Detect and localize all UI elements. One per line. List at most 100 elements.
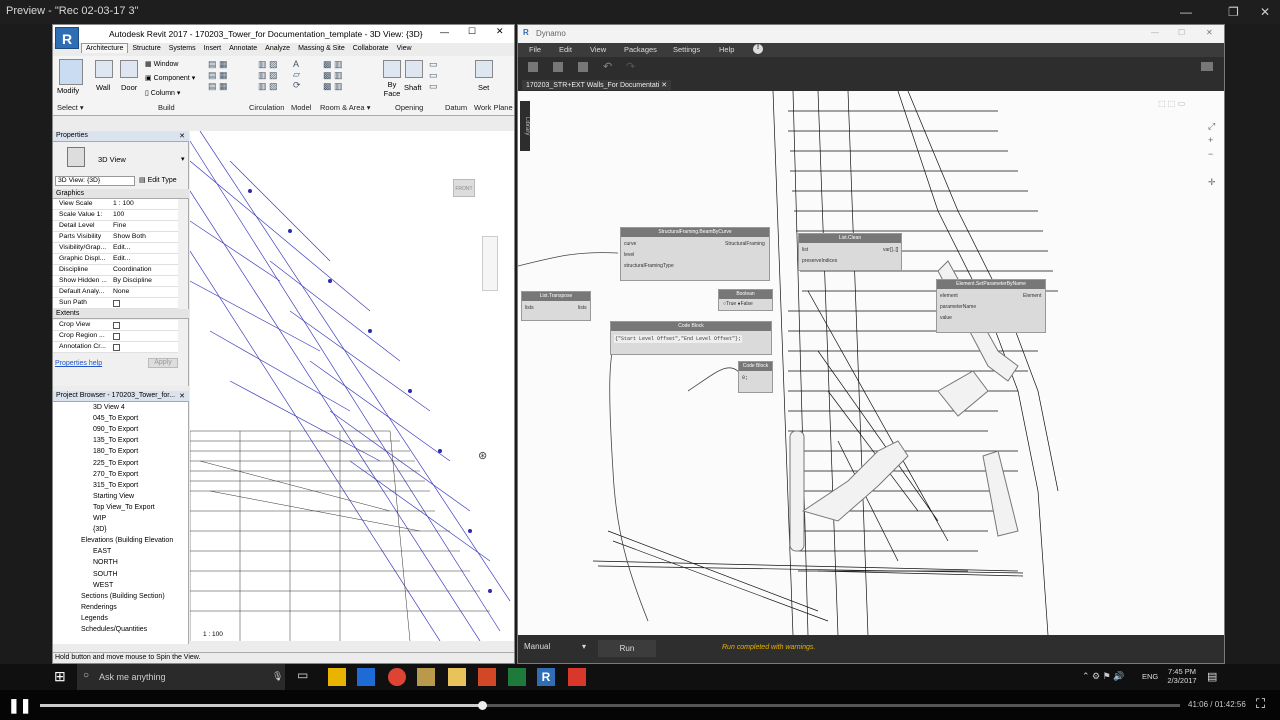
window-button[interactable]: ▦ Window — [145, 60, 178, 68]
node-beam-by-curve[interactable]: StructuralFraming.BeamByCurve curve leve… — [620, 227, 770, 281]
browser-folder-elevations[interactable]: Elevations (Building Elevation — [81, 537, 173, 544]
excel-icon[interactable] — [508, 668, 526, 686]
fullscreen-icon[interactable]: ⛶ — [1256, 696, 1265, 712]
maximize-icon[interactable]: ☐ — [1178, 28, 1185, 37]
node-set-parameter[interactable]: Element.SetParameterByName element param… — [936, 279, 1046, 333]
language-indicator[interactable]: ENG — [1142, 672, 1158, 681]
property-row[interactable]: Annotation Cr... — [53, 342, 178, 353]
revit-3d-view[interactable]: FRONT 1 : 100 ⊛ — [190, 131, 514, 641]
by-face-button[interactable]: By Face — [380, 80, 404, 98]
view-scale-label[interactable]: 1 : 100 — [203, 631, 223, 638]
app-icon[interactable] — [417, 668, 435, 686]
property-value[interactable]: Edit... — [113, 244, 175, 251]
model-icons[interactable]: A ▱ ⟳ — [293, 59, 301, 91]
column-button[interactable]: ▯ Column ▾ — [145, 89, 180, 97]
section-extents[interactable]: Extents — [53, 309, 189, 319]
property-checkbox[interactable] — [113, 344, 120, 351]
menu-help[interactable]: Help — [719, 45, 734, 54]
property-checkbox[interactable] — [113, 333, 120, 340]
run-mode-select[interactable]: Manual ▾ — [524, 642, 588, 656]
opening-icons[interactable]: ▭ ▭ ▭ — [429, 59, 438, 92]
property-value[interactable]: 100 — [113, 211, 175, 218]
group-room[interactable]: Room & Area ▾ — [320, 103, 370, 112]
restore-icon[interactable]: ❐ — [1228, 5, 1239, 19]
run-button[interactable]: Run — [598, 640, 656, 657]
recorder-icon[interactable] — [568, 668, 586, 686]
browser-item[interactable]: 090_To Export — [93, 426, 138, 433]
property-checkbox[interactable] — [113, 300, 120, 307]
browser-item[interactable]: WEST — [93, 582, 113, 589]
seek-bar[interactable] — [40, 701, 1180, 710]
property-row[interactable]: Graphic Displ... Edit... — [53, 254, 178, 265]
close-icon[interactable]: ✕ — [179, 132, 185, 140]
browser-folder[interactable]: Renderings — [81, 604, 117, 611]
browser-item[interactable]: 3D View 4 — [93, 404, 125, 411]
property-row[interactable]: Crop View — [53, 320, 178, 331]
browser-item[interactable]: WIP — [93, 515, 106, 522]
modify-button[interactable]: Modify — [57, 86, 79, 95]
browser-item[interactable]: EAST — [93, 548, 111, 555]
minimize-icon[interactable]: — — [1151, 28, 1159, 37]
wall-icon[interactable] — [95, 60, 113, 78]
camera-icon[interactable] — [1201, 62, 1213, 71]
navigation-bar[interactable] — [482, 236, 498, 291]
undo-icon[interactable]: ↶ — [603, 60, 612, 73]
set-button[interactable]: Set — [478, 83, 489, 92]
property-row[interactable]: Crop Region ... — [53, 331, 178, 342]
maximize-icon[interactable]: ☐ — [468, 26, 476, 37]
browser-item[interactable]: 045_To Export — [93, 415, 138, 422]
browser-item[interactable]: Starting View — [93, 493, 134, 500]
library-tab[interactable]: Library — [520, 101, 530, 151]
zoom-controls[interactable]: ⤢ + − ✛ — [1208, 119, 1216, 189]
modify-icon[interactable] — [59, 59, 83, 85]
browser-folder[interactable]: Schedules/Quantities — [81, 626, 147, 633]
property-row[interactable]: Discipline Coordination — [53, 265, 178, 276]
door-icon[interactable] — [120, 60, 138, 78]
property-row[interactable]: Visibility/Grap... Edit... — [53, 243, 178, 254]
pause-icon[interactable]: ❚❚ — [8, 697, 31, 714]
revit-taskbar-icon[interactable]: R — [537, 668, 555, 686]
revit-app-button[interactable]: R — [55, 27, 79, 49]
node-code-block-1[interactable]: Code Block {"Start Level Offset","End Le… — [610, 321, 772, 355]
menu-file[interactable]: File — [529, 45, 541, 54]
browser-item[interactable]: SOUTH — [93, 571, 118, 578]
group-select[interactable]: Select ▾ — [57, 103, 84, 112]
close-icon[interactable]: ✕ — [1206, 28, 1213, 37]
node-code-block-2[interactable]: Code Block 0; — [738, 361, 773, 393]
save-icon[interactable] — [578, 62, 588, 72]
property-row[interactable]: Default Analy... None — [53, 287, 178, 298]
redo-icon[interactable]: ↷ — [626, 60, 635, 73]
minimize-icon[interactable]: — — [440, 27, 449, 37]
action-center-icon[interactable]: ▤ — [1207, 670, 1217, 683]
browser-item[interactable]: 270_To Export — [93, 471, 138, 478]
tab-insert[interactable]: Insert — [200, 44, 226, 53]
room-icons[interactable]: ▩ ▥ ▩ ▥ ▩ ▥ — [323, 59, 343, 92]
browser-item[interactable]: 135_To Export — [93, 437, 138, 444]
seek-handle[interactable] — [478, 701, 488, 710]
tab-analyze[interactable]: Analyze — [261, 44, 294, 53]
circulation-icons[interactable]: ▥ ▨ ▥ ▨ ▥ ▨ — [258, 59, 278, 92]
wall-button[interactable]: Wall — [96, 83, 110, 92]
close-icon[interactable]: ✕ — [179, 392, 185, 400]
close-icon[interactable]: ✕ — [661, 82, 667, 89]
property-value[interactable]: Edit... — [113, 255, 175, 262]
cortana-search[interactable]: ○ Ask me anything 🎙 — [77, 664, 285, 690]
menu-settings[interactable]: Settings — [673, 45, 700, 54]
clock[interactable]: 7:45 PM 2/3/2017 — [1162, 667, 1202, 685]
property-row[interactable]: View Scale 1 : 100 — [53, 199, 178, 210]
property-row[interactable]: Scale Value 1: 100 — [53, 210, 178, 221]
apply-button[interactable]: Apply — [148, 358, 178, 368]
shaft-button[interactable]: Shaft — [404, 83, 422, 92]
windows-start-icon[interactable]: ⊞ — [54, 668, 72, 686]
set-icon[interactable] — [475, 60, 493, 78]
section-graphics[interactable]: Graphics — [53, 189, 189, 199]
property-value[interactable]: By Discipline — [113, 277, 175, 284]
tray-icons[interactable]: ⌃ ⚙ ⚑ 🔊 — [1082, 671, 1124, 682]
viewcube[interactable]: FRONT — [453, 179, 475, 197]
store-icon[interactable] — [357, 668, 375, 686]
new-file-icon[interactable] — [528, 62, 538, 72]
close-icon[interactable]: ✕ — [496, 26, 504, 37]
browser-folder[interactable]: Sections (Building Section) — [81, 593, 165, 600]
property-row[interactable]: Show Hidden ... By Discipline — [53, 276, 178, 287]
properties-help-link[interactable]: Properties help — [55, 360, 102, 367]
